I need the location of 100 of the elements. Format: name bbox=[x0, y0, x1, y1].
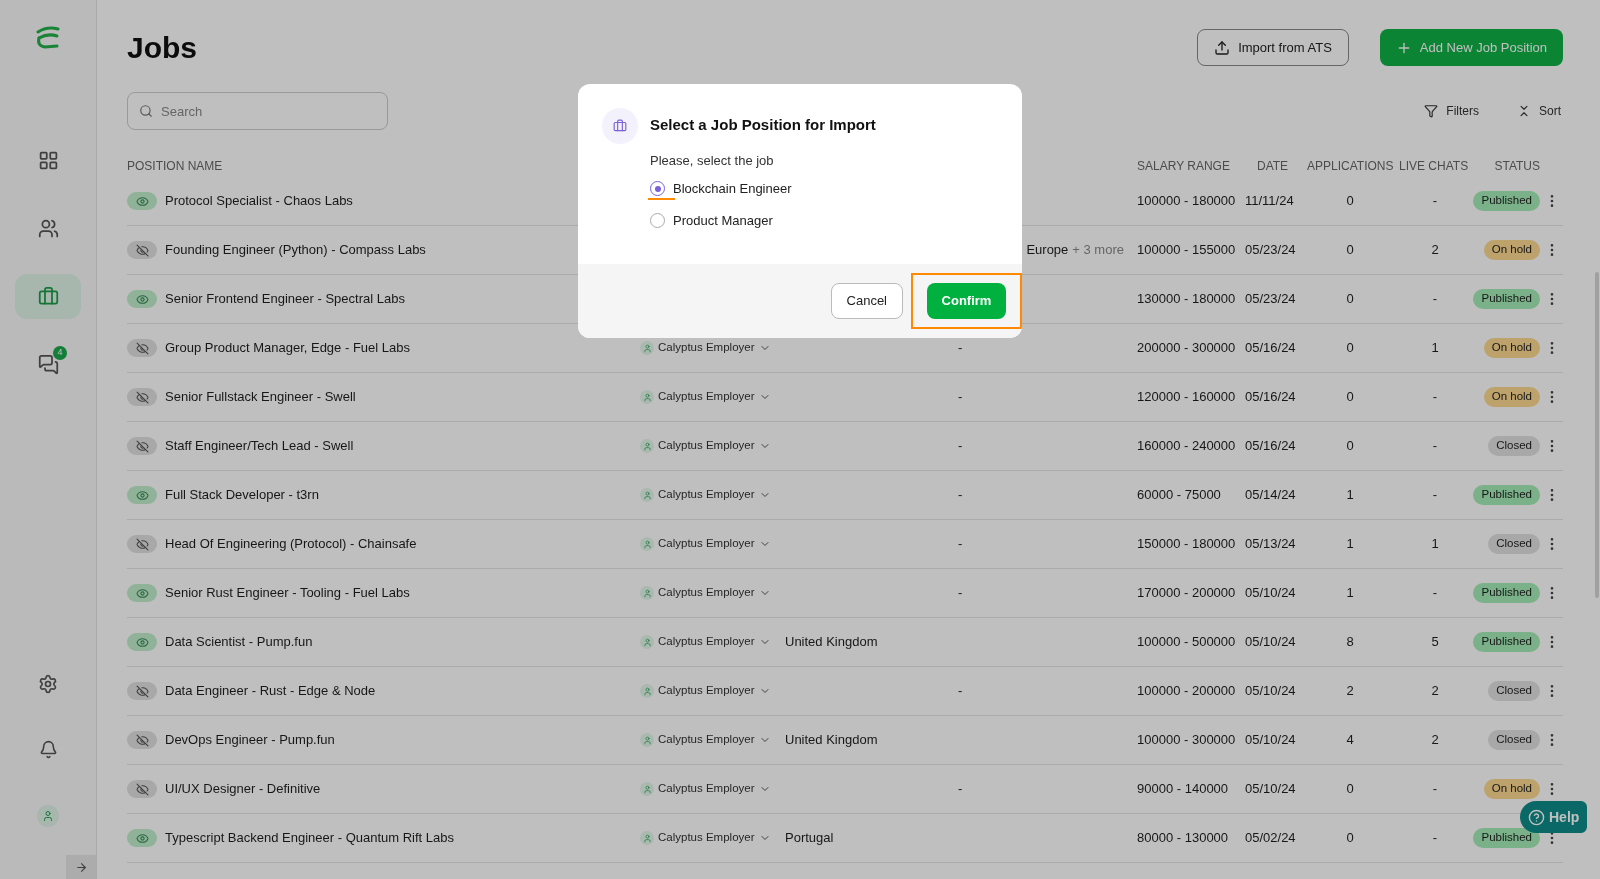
eye-icon[interactable] bbox=[127, 486, 157, 504]
user-icon bbox=[640, 439, 654, 453]
owner-name[interactable]: Calyptus Employer bbox=[658, 388, 755, 406]
position-name[interactable]: Data Scientist - Pump.fun bbox=[165, 632, 313, 652]
position-name[interactable]: Senior Frontend Engineer - Spectral Labs bbox=[165, 289, 405, 309]
status-badge: Closed bbox=[1488, 436, 1540, 456]
column-header: POSITION NAME bbox=[127, 158, 224, 175]
eye-icon[interactable] bbox=[127, 633, 157, 651]
date: 05/23/24 bbox=[1245, 290, 1297, 309]
position-name[interactable]: Group Product Manager, Edge - Fuel Labs bbox=[165, 338, 410, 358]
user-icon bbox=[640, 488, 654, 502]
position-name[interactable]: Staff Engineer/Tech Lead - Swell bbox=[165, 436, 354, 456]
help-button[interactable]: Help bbox=[1520, 801, 1588, 833]
briefcase-icon bbox=[602, 108, 638, 144]
avatar-icon[interactable] bbox=[37, 805, 59, 827]
search-icon bbox=[139, 104, 153, 118]
upload-icon bbox=[1214, 39, 1231, 56]
salary-range: 130000 - 180000 bbox=[1137, 290, 1237, 309]
page-title: Jobs bbox=[127, 30, 198, 66]
position-name[interactable]: Full Stack Developer - t3rn bbox=[165, 485, 319, 505]
owner-name[interactable]: Calyptus Employer bbox=[658, 682, 755, 700]
eye-off-icon[interactable] bbox=[127, 682, 157, 700]
applications-count: 1 bbox=[1345, 535, 1355, 554]
owner-name[interactable]: Calyptus Employer bbox=[658, 584, 755, 602]
salary-range: 170000 - 200000 bbox=[1137, 584, 1237, 603]
owner-name[interactable]: Calyptus Employer bbox=[658, 829, 755, 847]
user-icon bbox=[640, 635, 654, 649]
eye-icon[interactable] bbox=[127, 192, 157, 210]
position-name[interactable]: Head Of Engineering (Protocol) - Chainsafe bbox=[165, 534, 417, 554]
briefcase-icon bbox=[37, 286, 59, 307]
location: United Kingdom bbox=[785, 732, 878, 748]
expand-button[interactable] bbox=[66, 855, 96, 879]
settings-icon[interactable] bbox=[38, 674, 58, 694]
live-chats-count: 1 bbox=[1430, 535, 1440, 554]
bell-icon[interactable] bbox=[38, 740, 58, 759]
position-name[interactable]: Protocol Specialist - Chaos Labs bbox=[165, 191, 353, 211]
people-icon bbox=[37, 218, 59, 239]
applications-count: 0 bbox=[1345, 192, 1355, 211]
live-chats-count: - bbox=[1431, 780, 1439, 799]
eye-off-icon[interactable] bbox=[127, 731, 157, 749]
eye-icon[interactable] bbox=[127, 584, 157, 602]
date: 05/14/24 bbox=[1245, 486, 1297, 505]
sort-button[interactable]: Sort bbox=[1517, 102, 1561, 120]
more-locations: + 3 more bbox=[1072, 241, 1124, 260]
status-badge: On hold bbox=[1483, 240, 1540, 260]
radio-option[interactable]: Product Manager bbox=[650, 210, 876, 230]
column-header: DATE bbox=[1256, 158, 1290, 175]
date: 05/16/24 bbox=[1245, 388, 1297, 407]
status-badge: Closed bbox=[1488, 730, 1540, 750]
eye-off-icon[interactable] bbox=[127, 339, 157, 357]
date: 05/10/24 bbox=[1245, 780, 1297, 799]
salary-range: 200000 - 300000 bbox=[1137, 339, 1237, 358]
dashboard-icon bbox=[37, 150, 59, 171]
live-chats-count: 1 bbox=[1430, 339, 1440, 358]
applications-count: 0 bbox=[1345, 780, 1355, 799]
position-name[interactable]: Senior Rust Engineer - Tooling - Fuel Labs bbox=[165, 583, 410, 603]
user-icon bbox=[640, 733, 654, 747]
eye-off-icon[interactable] bbox=[127, 780, 157, 798]
eye-off-icon[interactable] bbox=[127, 241, 157, 259]
position-name[interactable]: UI/UX Designer - Definitive bbox=[165, 779, 321, 799]
status-badge: Closed bbox=[1488, 681, 1540, 701]
status-badge: Published bbox=[1473, 485, 1540, 505]
filters-button[interactable]: Filters bbox=[1424, 102, 1479, 120]
position-name[interactable]: Senior Fullstack Engineer - Swell bbox=[165, 387, 356, 407]
position-name[interactable]: DevOps Engineer - Pump.fun bbox=[165, 730, 335, 750]
salary-range: 100000 - 500000 bbox=[1137, 633, 1237, 652]
position-name[interactable]: Data Engineer - Rust - Edge & Node bbox=[165, 681, 376, 701]
owner-name[interactable]: Calyptus Employer bbox=[658, 535, 755, 553]
eye-icon[interactable] bbox=[127, 290, 157, 308]
salary-range: 120000 - 160000 bbox=[1137, 388, 1237, 407]
user-icon bbox=[640, 831, 654, 845]
salary-range: 100000 - 155000 bbox=[1137, 241, 1237, 260]
eye-icon[interactable] bbox=[127, 829, 157, 847]
eye-off-icon[interactable] bbox=[127, 388, 157, 406]
owner-name[interactable]: Calyptus Employer bbox=[658, 437, 755, 455]
position-name[interactable]: Founding Engineer (Python) - Compass Labs bbox=[165, 240, 426, 260]
salary-range: 160000 - 240000 bbox=[1137, 437, 1237, 456]
owner-name[interactable]: Calyptus Employer bbox=[658, 780, 755, 798]
date: 05/10/24 bbox=[1245, 584, 1297, 603]
owner-name[interactable]: Calyptus Employer bbox=[658, 486, 755, 504]
nav-item[interactable] bbox=[15, 274, 81, 319]
owner-name[interactable]: Calyptus Employer bbox=[658, 633, 755, 651]
column-header: SALARY RANGE bbox=[1137, 158, 1231, 175]
live-chats-count: - bbox=[1431, 829, 1439, 848]
owner-name[interactable]: Calyptus Employer bbox=[658, 339, 755, 357]
eye-off-icon[interactable] bbox=[127, 535, 157, 553]
table-cell-text: - bbox=[958, 388, 963, 407]
position-name[interactable]: Typescript Backend Engineer - Quantum Rift Labs bbox=[165, 828, 455, 848]
applications-count: 0 bbox=[1345, 241, 1355, 260]
search-field[interactable]: Search bbox=[127, 92, 388, 130]
location: Portugal bbox=[785, 830, 834, 846]
radio-option[interactable]: Blockchain Engineer bbox=[650, 179, 876, 199]
cancel-button[interactable]: Cancel bbox=[830, 283, 903, 319]
column-header: STATUS bbox=[1493, 158, 1540, 175]
eye-off-icon[interactable] bbox=[127, 437, 157, 455]
owner-name[interactable]: Calyptus Employer bbox=[658, 731, 755, 749]
import-button[interactable]: Import from ATS bbox=[1197, 29, 1349, 66]
salary-range: 150000 - 180000 bbox=[1137, 535, 1237, 554]
table-cell-text: - bbox=[958, 682, 963, 701]
user-icon bbox=[640, 684, 654, 698]
